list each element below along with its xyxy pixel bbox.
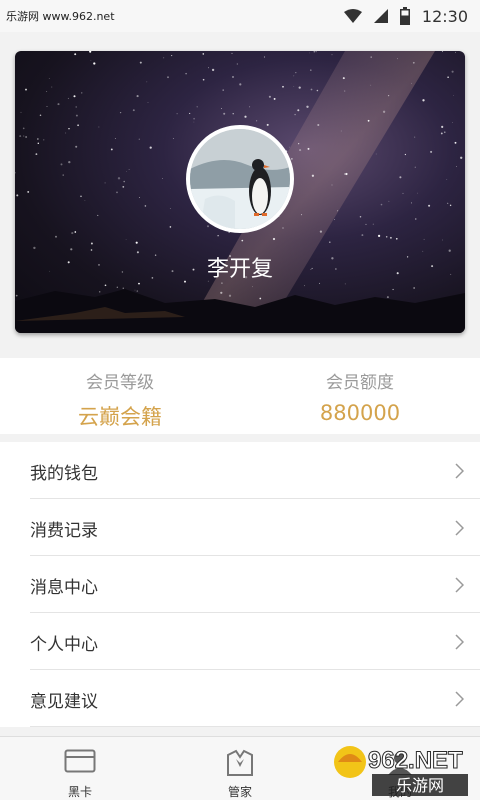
menu-item-label: 消费记录 — [30, 521, 98, 541]
chevron-right-icon — [455, 634, 464, 650]
chevron-right-icon — [455, 520, 464, 536]
avatar[interactable] — [186, 125, 294, 233]
signal-icon — [373, 9, 388, 23]
member-quota: 会员额度 880000 — [240, 368, 480, 425]
status-icons: 12:30 — [343, 5, 468, 27]
status-time: 12:30 — [421, 6, 468, 26]
member-quota-value: 880000 — [319, 401, 401, 425]
tab-black-card[interactable]: 黑卡 — [0, 737, 160, 800]
penguin-avatar-image — [190, 129, 290, 229]
member-level-label: 会员等级 — [86, 373, 154, 393]
menu-item-label: 消息中心 — [30, 578, 98, 598]
site-watermark-logo: 962.NET 乐游网 — [334, 746, 468, 796]
profile-card: 李开复 — [15, 51, 465, 333]
user-name: 李开复 — [206, 257, 273, 282]
battery-icon — [399, 7, 410, 25]
menu-list: 我的钱包 消费记录 消息中心 个人中心 意见建议 — [0, 442, 480, 727]
menu-item-label: 个人中心 — [30, 635, 98, 655]
chevron-right-icon — [455, 463, 464, 479]
menu-item-messages[interactable]: 消息中心 — [30, 556, 480, 613]
chevron-right-icon — [455, 691, 464, 707]
menu-item-feedback[interactable]: 意见建议 — [30, 670, 480, 727]
butler-icon — [227, 749, 253, 776]
member-level: 会员等级 云巅会籍 — [0, 368, 240, 431]
tab-butler[interactable]: 管家 — [160, 737, 320, 800]
status-site-text: 乐游网 www.962.net — [6, 10, 115, 23]
wifi-icon — [343, 9, 362, 23]
watermark-text-top: 962.NET — [368, 747, 463, 774]
status-bar: 乐游网 www.962.net 12:30 — [0, 0, 480, 32]
member-level-value: 云巅会籍 — [78, 405, 162, 429]
tab-label: 黑卡 — [67, 785, 92, 799]
watermark-text-bottom: 乐游网 — [396, 776, 444, 795]
menu-item-wallet[interactable]: 我的钱包 — [30, 442, 480, 499]
menu-item-label: 意见建议 — [30, 692, 98, 712]
card-icon — [64, 749, 96, 773]
membership-panel: 会员等级 云巅会籍 会员额度 880000 — [0, 358, 480, 434]
menu-item-personal-center[interactable]: 个人中心 — [30, 613, 480, 670]
page: 乐游网 www.962.net 12:30 李开复 会员等级 云巅会籍 会员额度… — [0, 0, 480, 800]
member-quota-label: 会员额度 — [326, 373, 394, 393]
chevron-right-icon — [455, 577, 464, 593]
menu-item-purchase-history[interactable]: 消费记录 — [30, 499, 480, 556]
tab-label: 管家 — [227, 785, 252, 799]
menu-item-label: 我的钱包 — [30, 464, 98, 484]
